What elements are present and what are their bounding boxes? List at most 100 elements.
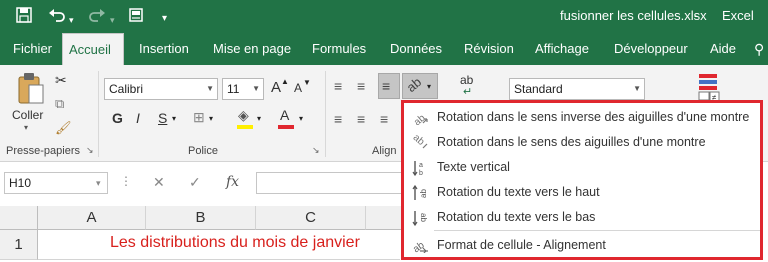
tab-mise-en-page[interactable]: Mise en page [207, 33, 297, 65]
paste-icon[interactable] [16, 71, 46, 107]
shrink-font-icon: ▼ [303, 78, 311, 87]
cancel-icon[interactable]: ✕ [153, 174, 165, 191]
font-color-dropdown-icon[interactable]: ▾ [299, 114, 303, 123]
svg-text:ab: ab [419, 189, 428, 198]
cell-a1-text: Les distributions du mois de janvier [110, 234, 360, 251]
row-header-1[interactable]: 1 [0, 230, 38, 260]
group-divider [325, 71, 326, 157]
select-all-corner[interactable] [0, 206, 38, 230]
italic-button[interactable]: I [136, 110, 140, 126]
formula-bar-grip-icon: ⋮ [120, 174, 132, 188]
number-format-value: Standard [514, 82, 563, 96]
undo-dropdown-icon[interactable]: ▾ [69, 11, 74, 29]
vertical-text-icon: ab [410, 159, 430, 177]
customize-qat-icon[interactable]: ▾ [162, 10, 167, 28]
format-painter-icon[interactable]: 🖌 [55, 119, 72, 137]
ribbon-tabs: Fichier Accueil Insertion Mise en page F… [0, 33, 768, 65]
menu-item-vertical-text[interactable]: ab Texte vertical [404, 156, 760, 180]
rotate-clockwise-icon: ab [410, 132, 430, 152]
menu-item-label: Format de cellule - Alignement [437, 238, 606, 252]
tab-revision[interactable]: Révision [458, 33, 520, 65]
column-header-partial[interactable] [366, 206, 402, 230]
font-size-value: 11 [227, 82, 240, 96]
redo-icon[interactable] [88, 7, 106, 28]
menu-item-label: Texte vertical [437, 160, 510, 174]
column-header-b[interactable]: B [146, 206, 256, 230]
chevron-down-icon: ▼ [206, 84, 214, 93]
app-name: Excel [722, 8, 754, 23]
align-right-icon[interactable]: ≡ [380, 110, 388, 128]
name-box[interactable]: H10 [4, 172, 108, 194]
font-size-select[interactable]: 11 ▼ [222, 78, 264, 100]
tab-insertion[interactable]: Insertion [133, 33, 195, 65]
menu-item-rotate-counterclockwise[interactable]: ab Rotation dans le sens inverse des aig… [404, 106, 760, 130]
formula-input[interactable] [256, 172, 402, 194]
tab-formules[interactable]: Formules [306, 33, 372, 65]
column-header-c[interactable]: C [256, 206, 366, 230]
tab-accueil[interactable]: Accueil [62, 33, 124, 65]
align-center-icon[interactable]: ≡ [357, 110, 365, 128]
font-name-value: Calibri [109, 82, 144, 96]
tab-fichier[interactable]: Fichier [7, 33, 58, 65]
tab-aide[interactable]: Aide [704, 33, 742, 65]
rotate-counterclockwise-icon: ab [410, 109, 430, 128]
shrink-font-button[interactable]: A [294, 81, 302, 95]
underline-dropdown-icon[interactable]: ▾ [172, 114, 176, 123]
menu-item-format-cell-alignment[interactable]: ab Format de cellule - Alignement [404, 234, 760, 258]
borders-dropdown-icon[interactable]: ▾ [209, 114, 213, 123]
title-bar: ▾ ▾ ▾ fusionner les cellules.xlsx - Exce… [0, 0, 768, 33]
tab-affichage[interactable]: Affichage [529, 33, 595, 65]
align-top-icon[interactable]: ≡ [334, 77, 342, 95]
grow-font-button[interactable]: A [271, 79, 281, 96]
borders-icon[interactable]: ⊞ [193, 109, 205, 126]
tab-donnees[interactable]: Données [384, 33, 448, 65]
font-color-swatch [278, 125, 294, 129]
menu-item-rotate-text-down[interactable]: ab Rotation du texte vers le bas [404, 206, 760, 230]
cut-icon[interactable]: ✂ [55, 71, 67, 89]
menu-item-rotate-text-up[interactable]: ab Rotation du texte vers le haut [404, 181, 760, 205]
save-icon[interactable] [16, 7, 32, 28]
wrap-text-icon: ↵ [463, 86, 473, 98]
group-divider [98, 71, 99, 157]
svg-text:ab: ab [419, 213, 428, 222]
bold-button[interactable]: G [112, 110, 123, 126]
fill-color-icon[interactable]: ◈ [238, 107, 249, 124]
chevron-down-icon: ▼ [633, 84, 641, 93]
menu-item-label: Rotation dans le sens inverse des aiguil… [437, 110, 750, 124]
conditional-formatting-icon[interactable]: ≠ [697, 72, 721, 102]
form-icon[interactable] [128, 7, 144, 28]
redo-dropdown-icon[interactable]: ▾ [110, 11, 115, 29]
font-name-select[interactable]: Calibri ▼ [104, 78, 218, 100]
alignment-group-label: Align [372, 145, 397, 157]
tab-developpeur[interactable]: Développeur [608, 33, 694, 65]
underline-button[interactable]: S [158, 110, 167, 126]
number-format-select[interactable]: Standard ▼ [509, 78, 645, 100]
fill-color-dropdown-icon[interactable]: ▾ [257, 114, 261, 123]
fill-color-swatch [237, 125, 253, 129]
align-middle-icon[interactable]: ≡ [357, 77, 365, 95]
clipboard-group-label: Presse-papiers [6, 145, 80, 157]
rotate-text-down-icon: ab [410, 209, 430, 227]
lightbulb-icon[interactable]: ⚲ [748, 33, 768, 65]
font-color-icon[interactable]: A [280, 107, 289, 123]
font-launcher-icon[interactable]: ↘ [312, 145, 320, 156]
enter-icon[interactable]: ✓ [189, 174, 201, 191]
copy-icon[interactable]: ⧉ [55, 95, 64, 113]
name-box-dropdown-icon[interactable]: ▾ [96, 178, 101, 189]
align-bottom-icon: ≡ [382, 78, 391, 94]
insert-function-icon[interactable]: fx [226, 174, 239, 190]
paste-label[interactable]: Coller [12, 108, 43, 122]
chevron-down-icon: ▼ [252, 84, 260, 93]
align-left-icon[interactable]: ≡ [334, 110, 342, 128]
orientation-menu: ab Rotation dans le sens inverse des aig… [401, 100, 763, 260]
menu-item-rotate-clockwise[interactable]: ab Rotation dans le sens des aiguilles d… [404, 131, 760, 155]
orientation-dropdown-icon: ▾ [427, 82, 432, 91]
rotate-text-up-icon: ab [410, 184, 430, 202]
clipboard-launcher-icon[interactable]: ↘ [86, 145, 94, 156]
undo-icon[interactable] [48, 7, 66, 28]
menu-item-label: Rotation du texte vers le bas [437, 210, 596, 224]
paste-dropdown-icon[interactable]: ▾ [24, 123, 28, 132]
font-group-label: Police [188, 145, 218, 157]
column-header-a[interactable]: A [38, 206, 146, 230]
title-separator: - [694, 8, 699, 23]
